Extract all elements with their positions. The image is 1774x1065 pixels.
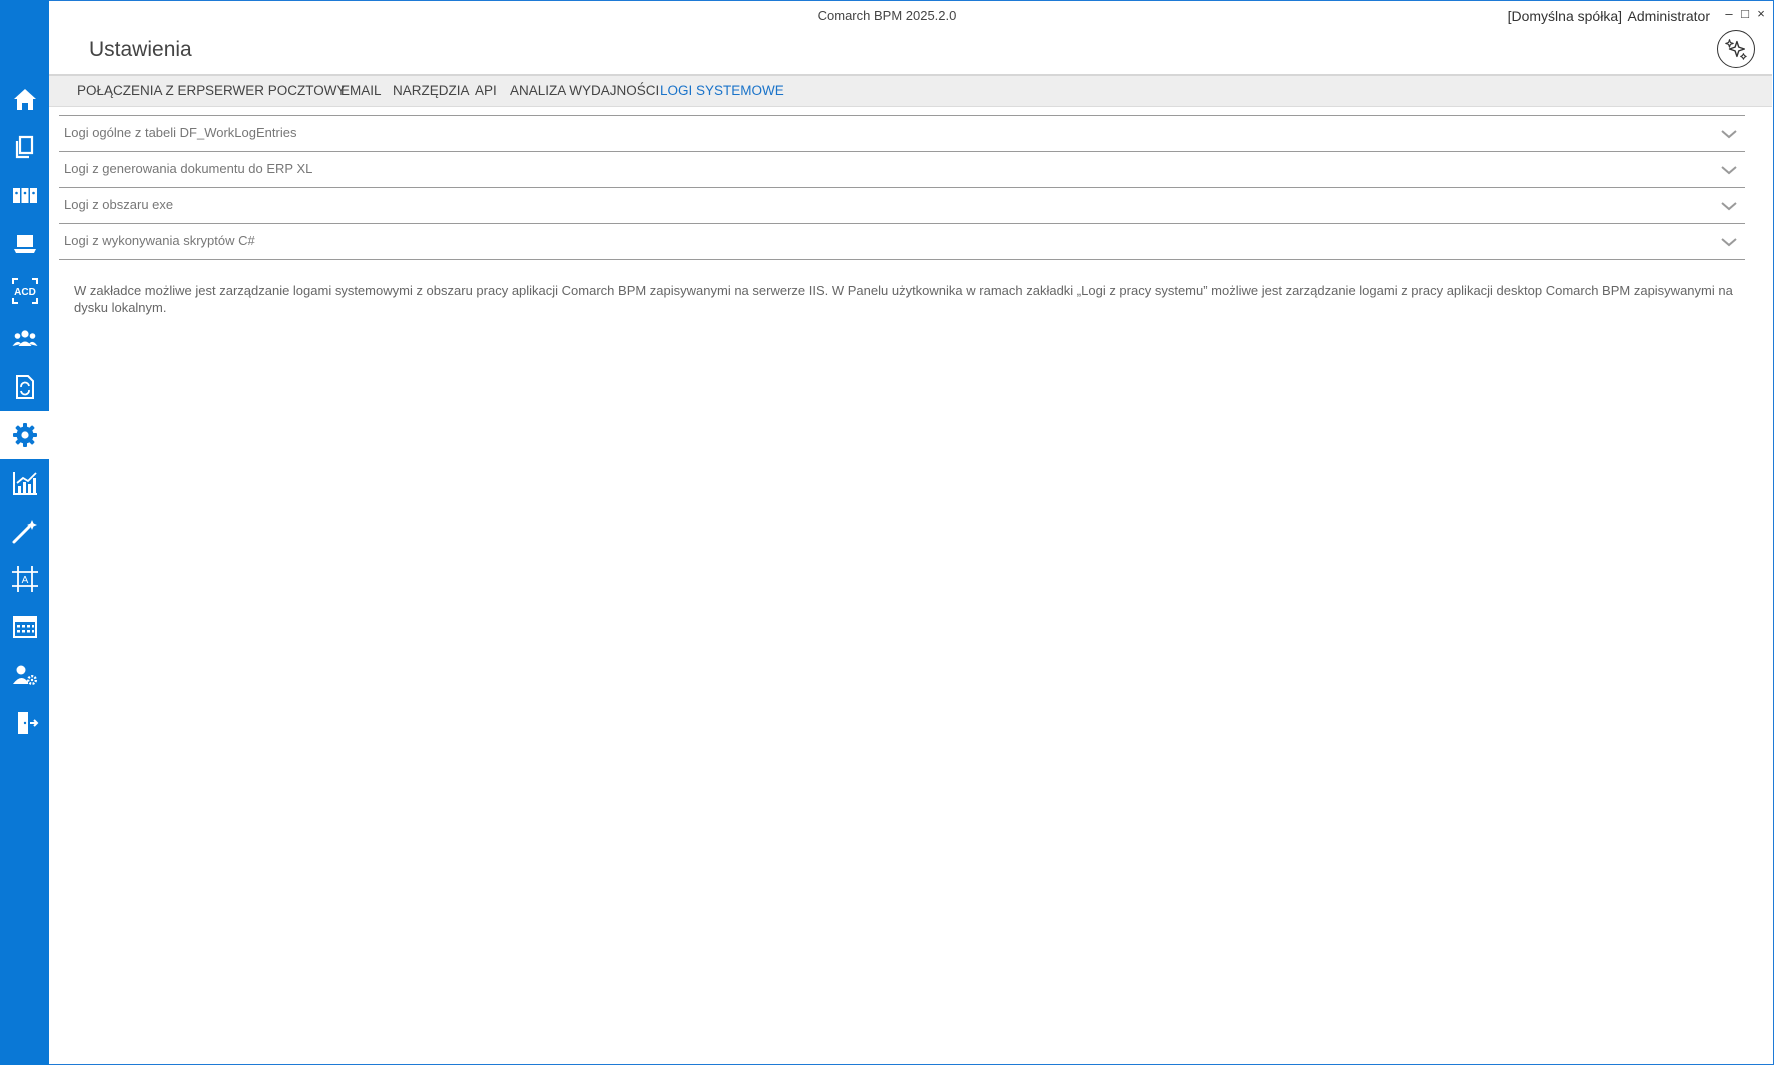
binders-icon xyxy=(12,188,37,203)
close-button[interactable]: × xyxy=(1754,6,1768,22)
tab-tools[interactable]: NARZĘDZIA xyxy=(393,76,470,106)
laptop-icon xyxy=(13,235,36,253)
maximize-button[interactable]: □ xyxy=(1738,6,1752,22)
section-erp-xl-generation[interactable]: Logi z generowania dokumentu do ERP XL xyxy=(59,151,1745,188)
sidebar-item-acd[interactable]: ACD xyxy=(0,267,49,315)
tab-api[interactable]: API xyxy=(475,76,497,106)
svg-text:ACD: ACD xyxy=(14,287,36,298)
sidebar-item-wizard[interactable] xyxy=(0,507,49,555)
tab-email[interactable]: EMAIL xyxy=(341,76,382,106)
user-name[interactable]: Administrator xyxy=(1628,8,1710,24)
tab-erp-connections[interactable]: POŁĄCZENIA Z ERP xyxy=(77,76,205,106)
tab-mail-server[interactable]: SERWER POCZTOWY xyxy=(205,76,346,106)
chevron-down-icon[interactable] xyxy=(1720,233,1738,251)
sidebar-item-binders[interactable] xyxy=(0,171,49,219)
designer-icon: A xyxy=(11,566,38,592)
section-label: Logi ogólne z tabeli DF_WorkLogEntries xyxy=(64,125,297,140)
sparkle-icon xyxy=(1725,39,1747,60)
sidebar-item-logout[interactable] xyxy=(0,699,49,747)
logout-icon xyxy=(17,712,38,734)
sidebar-item-reports[interactable] xyxy=(0,459,49,507)
section-label: Logi z obszaru exe xyxy=(64,197,174,212)
sidebar-item-calendar[interactable] xyxy=(0,603,49,651)
user-settings-icon xyxy=(12,665,37,685)
section-label: Logi z wykonywania skryptów C# xyxy=(64,233,255,248)
section-divider xyxy=(59,259,1745,260)
home-icon xyxy=(13,89,36,110)
section-exe-area[interactable]: Logi z obszaru exe xyxy=(59,187,1745,224)
section-csharp-scripts[interactable]: Logi z wykonywania skryptów C# xyxy=(59,223,1745,260)
sidebar-item-user-settings[interactable] xyxy=(0,651,49,699)
chart-icon xyxy=(12,472,37,495)
documents-icon xyxy=(15,135,33,159)
sidebar-item-laptop[interactable] xyxy=(0,219,49,267)
settings-tab-bar: POŁĄCZENIA Z ERP SERWER POCZTOWY EMAIL N… xyxy=(49,74,1772,107)
magic-wand-icon xyxy=(12,520,37,544)
sidebar-item-settings[interactable] xyxy=(0,411,49,459)
tab-performance-analysis[interactable]: ANALIZA WYDAJNOŚCI xyxy=(510,76,659,106)
chevron-down-icon[interactable] xyxy=(1720,197,1738,215)
sidebar-item-users[interactable] xyxy=(0,315,49,363)
sidebar-item-documents[interactable] xyxy=(0,123,49,171)
document-sync-icon xyxy=(15,375,34,399)
chevron-down-icon[interactable] xyxy=(1720,125,1738,143)
page-title: Ustawienia xyxy=(89,38,192,61)
users-icon xyxy=(12,330,37,346)
ai-assistant-button[interactable] xyxy=(1717,30,1755,68)
acd-scan-icon: ACD xyxy=(11,278,38,304)
info-text: W zakładce możliwe jest zarządzanie loga… xyxy=(74,283,1733,315)
tab-system-logs[interactable]: LOGI SYSTEMOWE xyxy=(660,76,784,106)
minimize-button[interactable]: – xyxy=(1722,6,1736,22)
section-worklog-entries[interactable]: Logi ogólne z tabeli DF_WorkLogEntries xyxy=(59,115,1745,152)
sidebar: ACD A xyxy=(0,0,49,1065)
sidebar-item-document-sync[interactable] xyxy=(0,363,49,411)
gear-icon xyxy=(12,423,37,447)
chevron-down-icon[interactable] xyxy=(1720,161,1738,179)
calendar-icon xyxy=(12,616,37,638)
sidebar-item-designer[interactable]: A xyxy=(0,555,49,603)
sidebar-item-home[interactable] xyxy=(0,75,49,123)
company-selector[interactable]: [Domyślna spółka] xyxy=(1508,8,1622,24)
svg-text:A: A xyxy=(21,575,28,586)
section-label: Logi z generowania dokumentu do ERP XL xyxy=(64,161,313,176)
